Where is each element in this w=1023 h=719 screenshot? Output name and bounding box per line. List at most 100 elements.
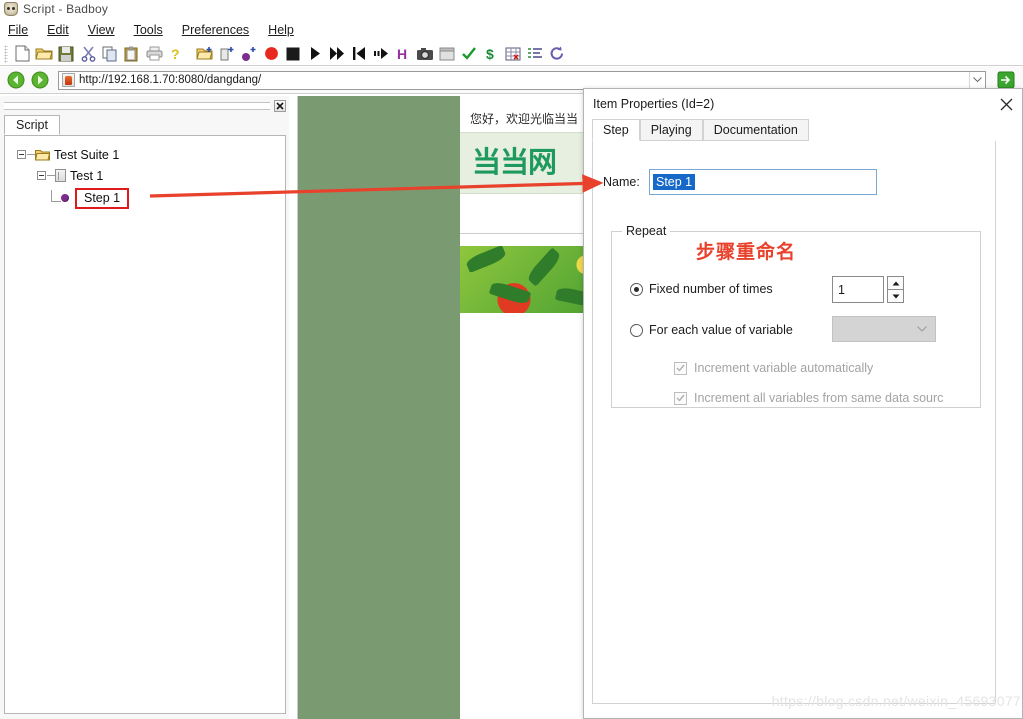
tree-connector xyxy=(51,189,61,202)
print-icon[interactable] xyxy=(143,43,165,65)
panel-splitter[interactable] xyxy=(4,99,286,113)
menu-preferences[interactable]: Preferences xyxy=(182,21,260,39)
chevron-down-icon[interactable] xyxy=(969,71,985,89)
item-properties-dialog: Item Properties (Id=2) Step Playing Docu… xyxy=(583,88,1023,719)
url-input[interactable]: http://192.168.1.70:8080/dangdang/ xyxy=(58,70,986,90)
menu-file-label: File xyxy=(8,23,29,37)
spinner-buttons xyxy=(887,276,904,303)
rewind-icon[interactable] xyxy=(348,43,370,65)
tab-documentation[interactable]: Documentation xyxy=(702,119,809,141)
dollar-variable-icon[interactable]: $ xyxy=(480,43,502,65)
window-icon[interactable] xyxy=(436,43,458,65)
radio-fixed-label: Fixed number of times xyxy=(649,282,773,296)
menu-help-label: Help xyxy=(268,23,294,37)
add-suite-folder-icon[interactable] xyxy=(194,43,216,65)
badboy-icon xyxy=(4,2,18,16)
add-test-icon[interactable] xyxy=(216,43,238,65)
tab-documentation-label: Documentation xyxy=(713,123,798,137)
name-field-label: Name: xyxy=(603,175,640,189)
repeat-legend: Repeat xyxy=(622,224,671,238)
expander-icon[interactable] xyxy=(17,150,26,159)
open-folder-icon[interactable] xyxy=(33,43,55,65)
toolbar-separator xyxy=(187,43,194,65)
checkbox-indicator xyxy=(674,391,687,405)
dangdang-logo: 当当网 xyxy=(472,147,557,179)
play-icon[interactable] xyxy=(304,43,326,65)
dangdang-logo-text: 当当网 xyxy=(472,147,557,179)
camera-icon[interactable] xyxy=(414,43,436,65)
svg-text:$: $ xyxy=(486,46,494,62)
go-arrow-icon[interactable] xyxy=(996,71,1015,90)
folder-icon xyxy=(34,149,51,161)
tree-item-test-1[interactable]: Test 1 xyxy=(5,165,285,186)
help-question-icon[interactable]: ? xyxy=(165,43,187,65)
name-field-row: Name: Step 1 xyxy=(603,169,877,195)
script-tabstrip: Script xyxy=(4,115,286,136)
toolbar-grip[interactable] xyxy=(4,44,8,63)
svg-text:H: H xyxy=(397,46,407,62)
panel-close-icon[interactable] xyxy=(274,100,286,112)
chevron-down-icon xyxy=(917,326,927,332)
menu-help[interactable]: Help xyxy=(268,21,305,39)
radio-indicator xyxy=(630,282,643,296)
repeat-count-stepper[interactable]: 1 xyxy=(832,276,904,303)
tree-item-test-suite-1[interactable]: Test Suite 1 xyxy=(5,144,285,165)
menu-file[interactable]: File xyxy=(8,21,39,39)
paste-clipboard-icon[interactable] xyxy=(121,43,143,65)
stop-icon[interactable] xyxy=(282,43,304,65)
menu-edit[interactable]: Edit xyxy=(47,21,80,39)
tab-playing[interactable]: Playing xyxy=(639,119,703,141)
add-step-icon[interactable] xyxy=(238,43,260,65)
name-input-value: Step 1 xyxy=(653,174,696,190)
svg-text:?: ? xyxy=(171,46,180,62)
radio-for-each-value-of-variable[interactable]: For each value of variable xyxy=(630,323,793,337)
highlight-h-icon[interactable]: H xyxy=(392,43,414,65)
list-order-icon[interactable] xyxy=(524,43,546,65)
close-icon[interactable] xyxy=(996,94,1016,114)
menu-preferences-label: Preferences xyxy=(181,23,250,37)
watermark: https://blog.csdn.net/weixin_45693077 xyxy=(771,693,1021,709)
save-disk-icon[interactable] xyxy=(55,43,77,65)
tree-item-label: Test 1 xyxy=(70,168,104,183)
checkbox-increment-all-variables[interactable]: Increment all variables from same data s… xyxy=(674,391,974,405)
checkbox-indicator xyxy=(674,361,687,375)
radio-variable-label: For each value of variable xyxy=(649,323,793,337)
new-icon[interactable] xyxy=(11,43,33,65)
step-tab-panel: Name: Step 1 Repeat 步骤重命名 Fixed number o… xyxy=(592,141,996,704)
tree-item-step-1[interactable]: Step 1 xyxy=(5,186,285,210)
refresh-icon[interactable] xyxy=(546,43,568,65)
menu-view[interactable]: View xyxy=(88,21,126,39)
splitter-grip[interactable] xyxy=(4,102,270,110)
window-title: Script - Badboy xyxy=(23,2,109,16)
dialog-title: Item Properties (Id=2) xyxy=(593,96,715,111)
checkbox-increment-variable-automatically[interactable]: Increment variable automatically xyxy=(674,361,873,375)
script-tree[interactable]: Test Suite 1 Test 1 Step 1 xyxy=(4,136,286,714)
tab-script[interactable]: Script xyxy=(4,115,60,135)
repeat-count-input[interactable]: 1 xyxy=(832,276,884,303)
forward-arrow-icon[interactable] xyxy=(30,70,50,90)
title-bar: Script - Badboy xyxy=(0,0,1023,18)
checkmark-icon[interactable] xyxy=(458,43,480,65)
spin-up-icon[interactable] xyxy=(887,276,904,290)
radio-fixed-number-of-times[interactable]: Fixed number of times xyxy=(630,282,773,296)
url-text: http://192.168.1.70:8080/dangdang/ xyxy=(79,74,262,86)
tree-item-label: Step 1 xyxy=(75,187,130,209)
tab-step[interactable]: Step xyxy=(592,119,640,141)
spin-down-icon[interactable] xyxy=(887,290,904,303)
menu-tools[interactable]: Tools xyxy=(134,21,174,39)
cut-scissors-icon[interactable] xyxy=(77,43,99,65)
script-panel: Script Test Suite 1 Test 1 Step 1 xyxy=(0,96,289,719)
checkbox-label: Increment variable automatically xyxy=(694,361,874,375)
badboy-application-window: Script - Badboy File Edit View Tools Pre… xyxy=(0,0,1023,719)
play-all-icon[interactable] xyxy=(326,43,348,65)
repeat-groupbox: Repeat 步骤重命名 Fixed number of times 1 For… xyxy=(611,224,981,408)
copy-icon[interactable] xyxy=(99,43,121,65)
variable-combo[interactable] xyxy=(832,316,936,342)
record-icon[interactable] xyxy=(260,43,282,65)
expander-icon[interactable] xyxy=(37,171,46,180)
step-forward-icon[interactable] xyxy=(370,43,392,65)
grid-icon[interactable] xyxy=(502,43,524,65)
menu-edit-label: Edit xyxy=(47,23,69,37)
back-arrow-icon[interactable] xyxy=(6,70,26,90)
name-input[interactable]: Step 1 xyxy=(649,169,877,195)
